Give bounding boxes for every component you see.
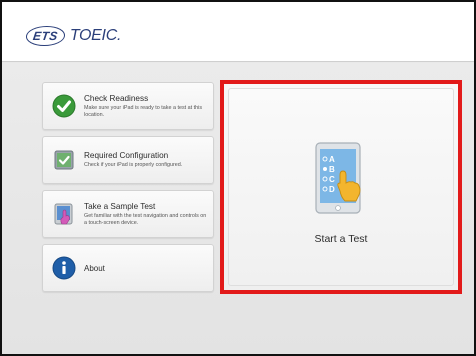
start-test-card: A B C D Start a Test xyxy=(228,88,454,286)
answer-option-c: C xyxy=(329,175,335,184)
answer-option-b: B xyxy=(329,165,335,174)
checkmark-icon xyxy=(52,94,76,118)
sample-test-button[interactable]: Take a Sample Test Get familiar with the… xyxy=(42,190,214,238)
sample-test-icon xyxy=(52,202,76,226)
menu-item-title: Required Configuration xyxy=(84,151,169,161)
tablet-answer-icon: A B C D xyxy=(312,141,372,219)
logo-ets-text: ETS xyxy=(24,26,67,46)
logo-toeic-text: TOEIC. xyxy=(69,27,122,44)
start-test-button[interactable]: A B C D Start a Test xyxy=(220,80,462,294)
menu-item-title: About xyxy=(84,263,105,273)
answer-option-a: A xyxy=(329,155,335,164)
about-button[interactable]: About xyxy=(42,244,214,292)
ets-toeic-logo: ETS TOEIC. xyxy=(24,24,122,48)
start-test-label: Start a Test xyxy=(314,233,368,245)
menu-item-title: Take a Sample Test xyxy=(84,201,156,211)
configuration-icon xyxy=(52,148,76,172)
answer-option-d: D xyxy=(329,185,335,194)
menu-item-description: Check if your iPad is properly configure… xyxy=(84,162,183,169)
header-bar: ETS TOEIC. xyxy=(2,2,474,62)
required-configuration-button[interactable]: Required Configuration Check if your iPa… xyxy=(42,136,214,184)
check-readiness-button[interactable]: Check Readiness Make sure your iPad is r… xyxy=(42,82,214,130)
info-icon xyxy=(52,256,76,280)
menu-item-description: Make sure your iPad is ready to take a t… xyxy=(84,104,203,118)
menu-item-title: Check Readiness xyxy=(84,93,149,103)
menu-item-description: Get familiar with the test navigation an… xyxy=(84,212,207,226)
